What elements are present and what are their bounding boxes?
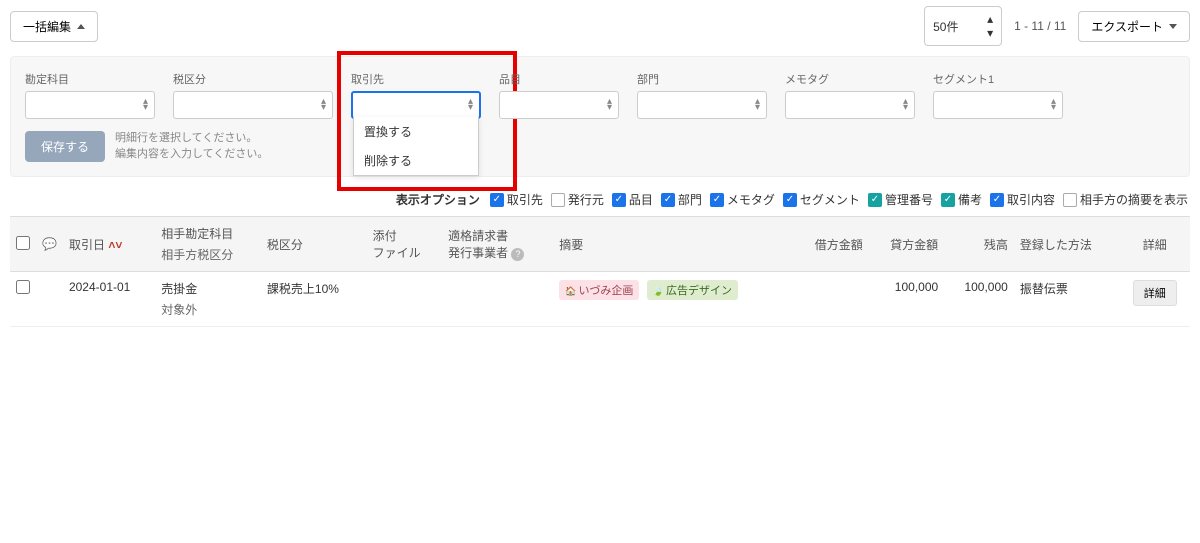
updown-icon: ▴▾	[987, 12, 993, 40]
filter-tax: 税区分 ▴▾	[173, 71, 333, 119]
help-line-1: 明細行を選択してください。	[115, 131, 268, 146]
help-line-2: 編集内容を入力してください。	[115, 147, 268, 162]
save-button[interactable]: 保存する	[25, 131, 105, 162]
th-credit: 貸方金額	[869, 217, 944, 272]
filter-department: 部門 ▴▾	[637, 71, 767, 119]
page-count: 1 - 11 / 11	[1010, 19, 1070, 33]
bulk-edit-button[interactable]: 一括編集	[10, 11, 98, 42]
cell-counter-account: 売掛金 対象外	[155, 272, 261, 327]
updown-icon: ▴▾	[1051, 99, 1056, 111]
filter-partner-label: 取引先	[351, 71, 481, 87]
chk-segment[interactable]: ✓セグメント	[783, 191, 860, 208]
detail-button[interactable]: 詳細	[1133, 280, 1177, 306]
cell-date: 2024-01-01	[63, 272, 155, 327]
checkmark-icon: ✓	[661, 193, 675, 207]
tag-item[interactable]: 広告デザイン	[647, 280, 738, 300]
filter-tax-label: 税区分	[173, 71, 333, 87]
select-department[interactable]: ▴▾	[637, 91, 767, 119]
select-item[interactable]: ▴▾	[499, 91, 619, 119]
filter-item: 品目 ▴▾	[499, 71, 619, 119]
updown-icon: ▴▾	[143, 99, 148, 111]
filter-memotag: メモタグ ▴▾	[785, 71, 915, 119]
chk-department[interactable]: ✓部門	[661, 191, 702, 208]
chk-issuer[interactable]: 発行元	[551, 191, 604, 208]
chk-content[interactable]: ✓取引内容	[990, 191, 1055, 208]
cell-method: 振替伝票	[1014, 272, 1120, 327]
chk-partner[interactable]: ✓取引先	[490, 191, 543, 208]
th-detail: 詳細	[1120, 217, 1190, 272]
checkmark-icon: ✓	[990, 193, 1004, 207]
cell-tax: 課税売上10%	[261, 272, 367, 327]
export-label: エクスポート	[1091, 18, 1163, 35]
row-checkbox[interactable]	[16, 280, 30, 294]
chk-remarks[interactable]: ✓備考	[941, 191, 982, 208]
dropdown-item-delete[interactable]: 削除する	[354, 146, 478, 175]
th-date[interactable]: 取引日 ˄˅	[63, 217, 155, 272]
filter-segment1-label: セグメント1	[933, 71, 1063, 87]
checkbox-icon	[1063, 193, 1077, 207]
caret-up-icon	[77, 24, 85, 29]
checkmark-icon: ✓	[941, 193, 955, 207]
sort-icon: ˄˅	[108, 238, 122, 252]
th-summary: 摘要	[553, 217, 793, 272]
cell-balance: 100,000	[944, 272, 1014, 327]
dropdown-item-replace[interactable]: 置換する	[354, 117, 478, 146]
filter-partner: 取引先 ▴▾ 置換する 削除する	[351, 71, 481, 119]
filter-panel: 勘定科目 ▴▾ 税区分 ▴▾ 取引先 ▴▾ 置換する 削除する 品目 ▴▾ 部門…	[10, 56, 1190, 177]
filter-memotag-label: メモタグ	[785, 71, 915, 87]
filter-item-label: 品目	[499, 71, 619, 87]
th-invoice-issuer: 適格請求書 発行事業者 ?	[442, 217, 553, 272]
select-segment1[interactable]: ▴▾	[933, 91, 1063, 119]
transactions-table: 取引日 ˄˅ 相手勘定科目 相手方税区分 税区分 添付 ファイル 適格請求書 発…	[10, 216, 1190, 327]
updown-icon: ▴▾	[903, 99, 908, 111]
table-row: 2024-01-01 売掛金 対象外 課税売上10% いづみ企画 広告デザイン …	[10, 272, 1190, 327]
th-method: 登録した方法	[1014, 217, 1120, 272]
bulk-edit-label: 一括編集	[23, 18, 71, 35]
th-attachment: 添付 ファイル	[367, 217, 442, 272]
select-all-checkbox[interactable]	[16, 236, 30, 250]
filter-account: 勘定科目 ▴▾	[25, 71, 155, 119]
filter-department-label: 部門	[637, 71, 767, 87]
page-size-value: 50件	[933, 18, 958, 35]
checkmark-icon: ✓	[783, 193, 797, 207]
checkmark-icon: ✓	[710, 193, 724, 207]
updown-icon: ▴▾	[321, 99, 326, 111]
filter-account-label: 勘定科目	[25, 71, 155, 87]
updown-icon: ▴▾	[755, 99, 760, 111]
cell-summary: いづみ企画 広告デザイン	[553, 272, 793, 327]
page-size-select[interactable]: 50件 ▴▾	[924, 6, 1002, 46]
export-button[interactable]: エクスポート	[1078, 11, 1190, 42]
caret-down-icon	[1169, 24, 1177, 29]
chk-memotag[interactable]: ✓メモタグ	[710, 191, 775, 208]
help-icon[interactable]: ?	[511, 248, 524, 261]
checkmark-icon: ✓	[868, 193, 882, 207]
select-partner[interactable]: ▴▾ 置換する 削除する	[351, 91, 481, 119]
chk-mgmtno[interactable]: ✓管理番号	[868, 191, 933, 208]
filter-segment1: セグメント1 ▴▾	[933, 71, 1063, 119]
cell-debit	[793, 272, 868, 327]
select-tax[interactable]: ▴▾	[173, 91, 333, 119]
select-memotag[interactable]: ▴▾	[785, 91, 915, 119]
comment-icon[interactable]	[42, 237, 57, 251]
partner-dropdown-menu: 置換する 削除する	[353, 117, 479, 176]
th-balance: 残高	[944, 217, 1014, 272]
th-debit: 借方金額	[793, 217, 868, 272]
th-counter-account: 相手勘定科目 相手方税区分	[155, 217, 261, 272]
display-options-bar: 表示オプション ✓取引先 発行元 ✓品目 ✓部門 ✓メモタグ ✓セグメント ✓管…	[0, 187, 1200, 216]
select-account[interactable]: ▴▾	[25, 91, 155, 119]
checkmark-icon: ✓	[490, 193, 504, 207]
chk-item[interactable]: ✓品目	[612, 191, 653, 208]
th-tax: 税区分	[261, 217, 367, 272]
updown-icon: ▴▾	[468, 99, 473, 111]
updown-icon: ▴▾	[607, 99, 612, 111]
chk-counterpart-summary[interactable]: 相手方の摘要を表示	[1063, 191, 1188, 208]
display-options-label: 表示オプション	[396, 191, 480, 208]
save-help-text: 明細行を選択してください。 編集内容を入力してください。	[115, 131, 268, 162]
checkmark-icon: ✓	[612, 193, 626, 207]
checkbox-icon	[551, 193, 565, 207]
cell-credit: 100,000	[869, 272, 944, 327]
tag-partner[interactable]: いづみ企画	[559, 280, 639, 300]
